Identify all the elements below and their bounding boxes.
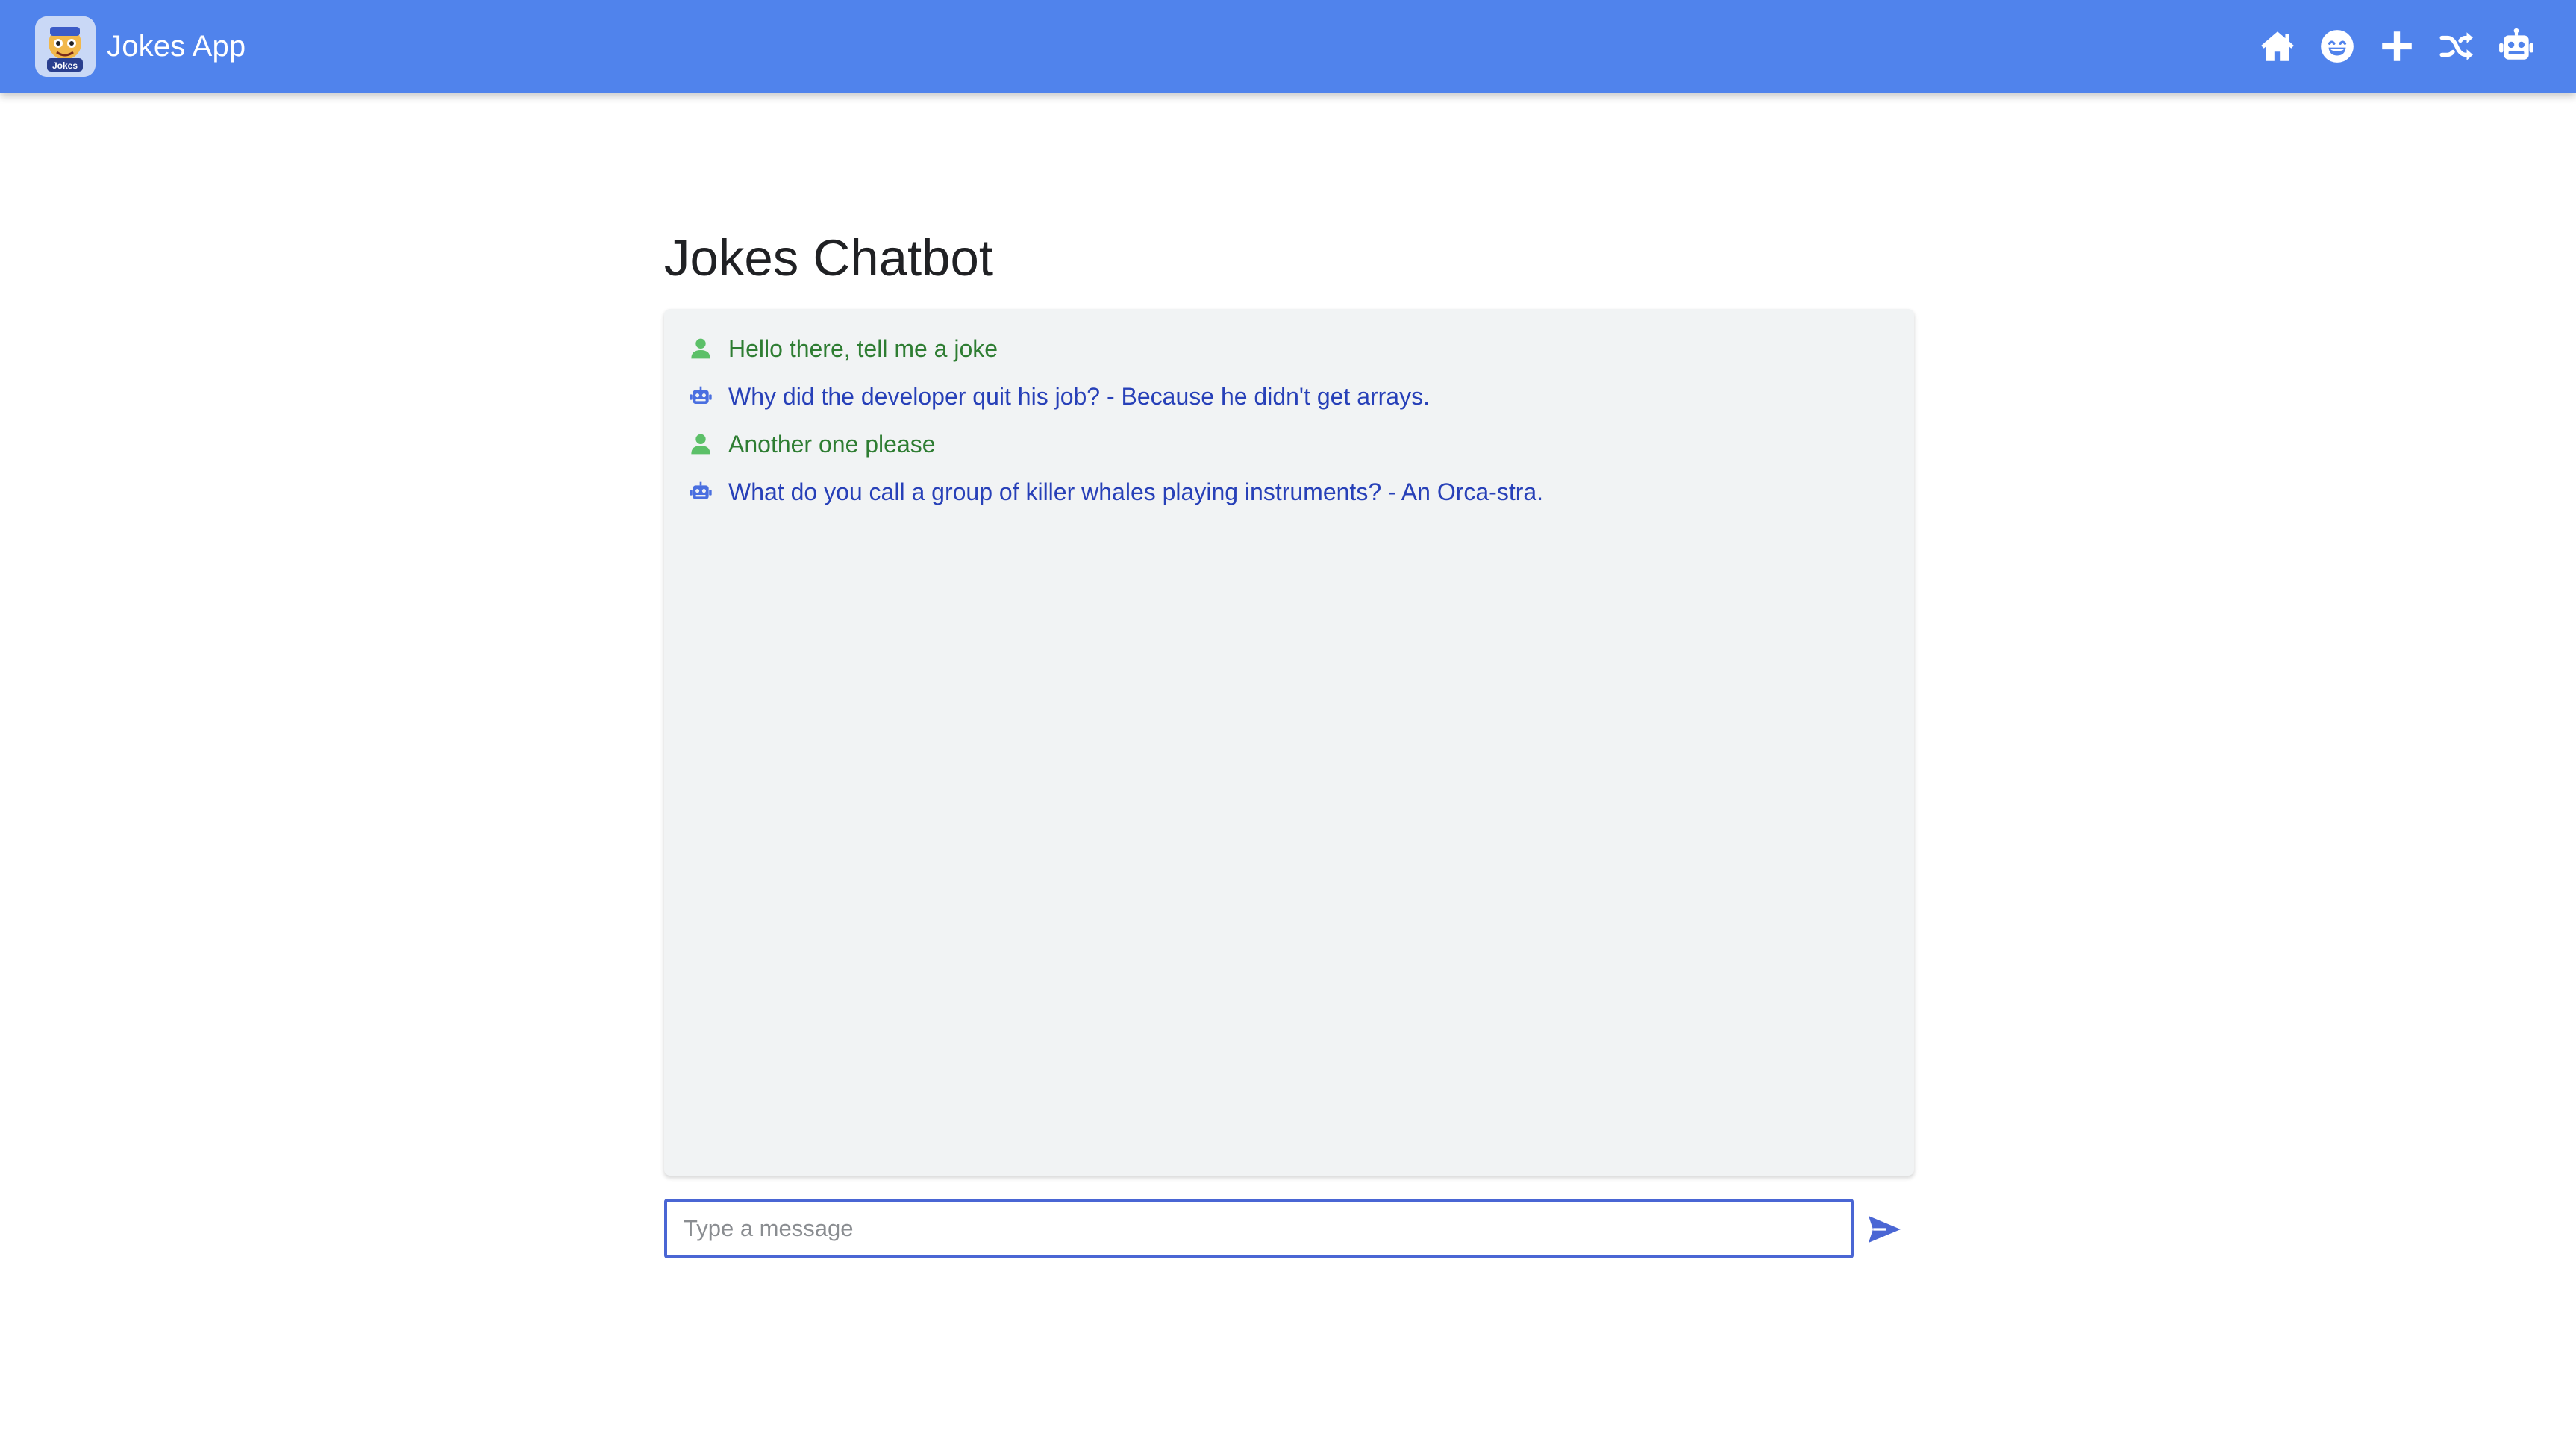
message-input-container (664, 1199, 1854, 1258)
chat-message-user: Hello there, tell me a joke (688, 332, 998, 365)
app-logo-icon[interactable]: Jokes (35, 16, 96, 77)
smile-icon[interactable] (2316, 25, 2358, 67)
message-text: Hello there, tell me a joke (728, 335, 998, 362)
chat-message-bot: Why did the developer quit his job? - Be… (688, 380, 1430, 413)
robot-icon (688, 384, 713, 409)
header-nav (2257, 25, 2537, 67)
shuffle-icon[interactable] (2436, 25, 2477, 67)
page-title: Jokes Chatbot (664, 229, 994, 287)
message-text: What do you call a group of killer whale… (728, 478, 1544, 505)
plus-icon[interactable] (2376, 25, 2418, 67)
app-title[interactable]: Jokes App (107, 27, 246, 66)
svg-text:Jokes: Jokes (52, 60, 78, 71)
message-text: Another one please (728, 431, 936, 458)
user-icon (688, 431, 713, 457)
user-icon (688, 336, 713, 361)
send-icon (1869, 1216, 1901, 1243)
chat-message-bot: What do you call a group of killer whale… (688, 475, 1543, 508)
send-button[interactable] (1864, 1209, 1904, 1249)
robot-icon (688, 479, 713, 505)
chat-message-user: Another one please (688, 428, 936, 461)
chat-history[interactable]: Hello there, tell me a joke Why did the … (664, 309, 1914, 1176)
message-input[interactable] (667, 1202, 1851, 1255)
robot-icon[interactable] (2495, 25, 2537, 67)
message-text: Why did the developer quit his job? - Be… (728, 383, 1430, 410)
home-icon[interactable] (2257, 25, 2298, 67)
app-header: Jokes Jokes App (0, 0, 2576, 93)
